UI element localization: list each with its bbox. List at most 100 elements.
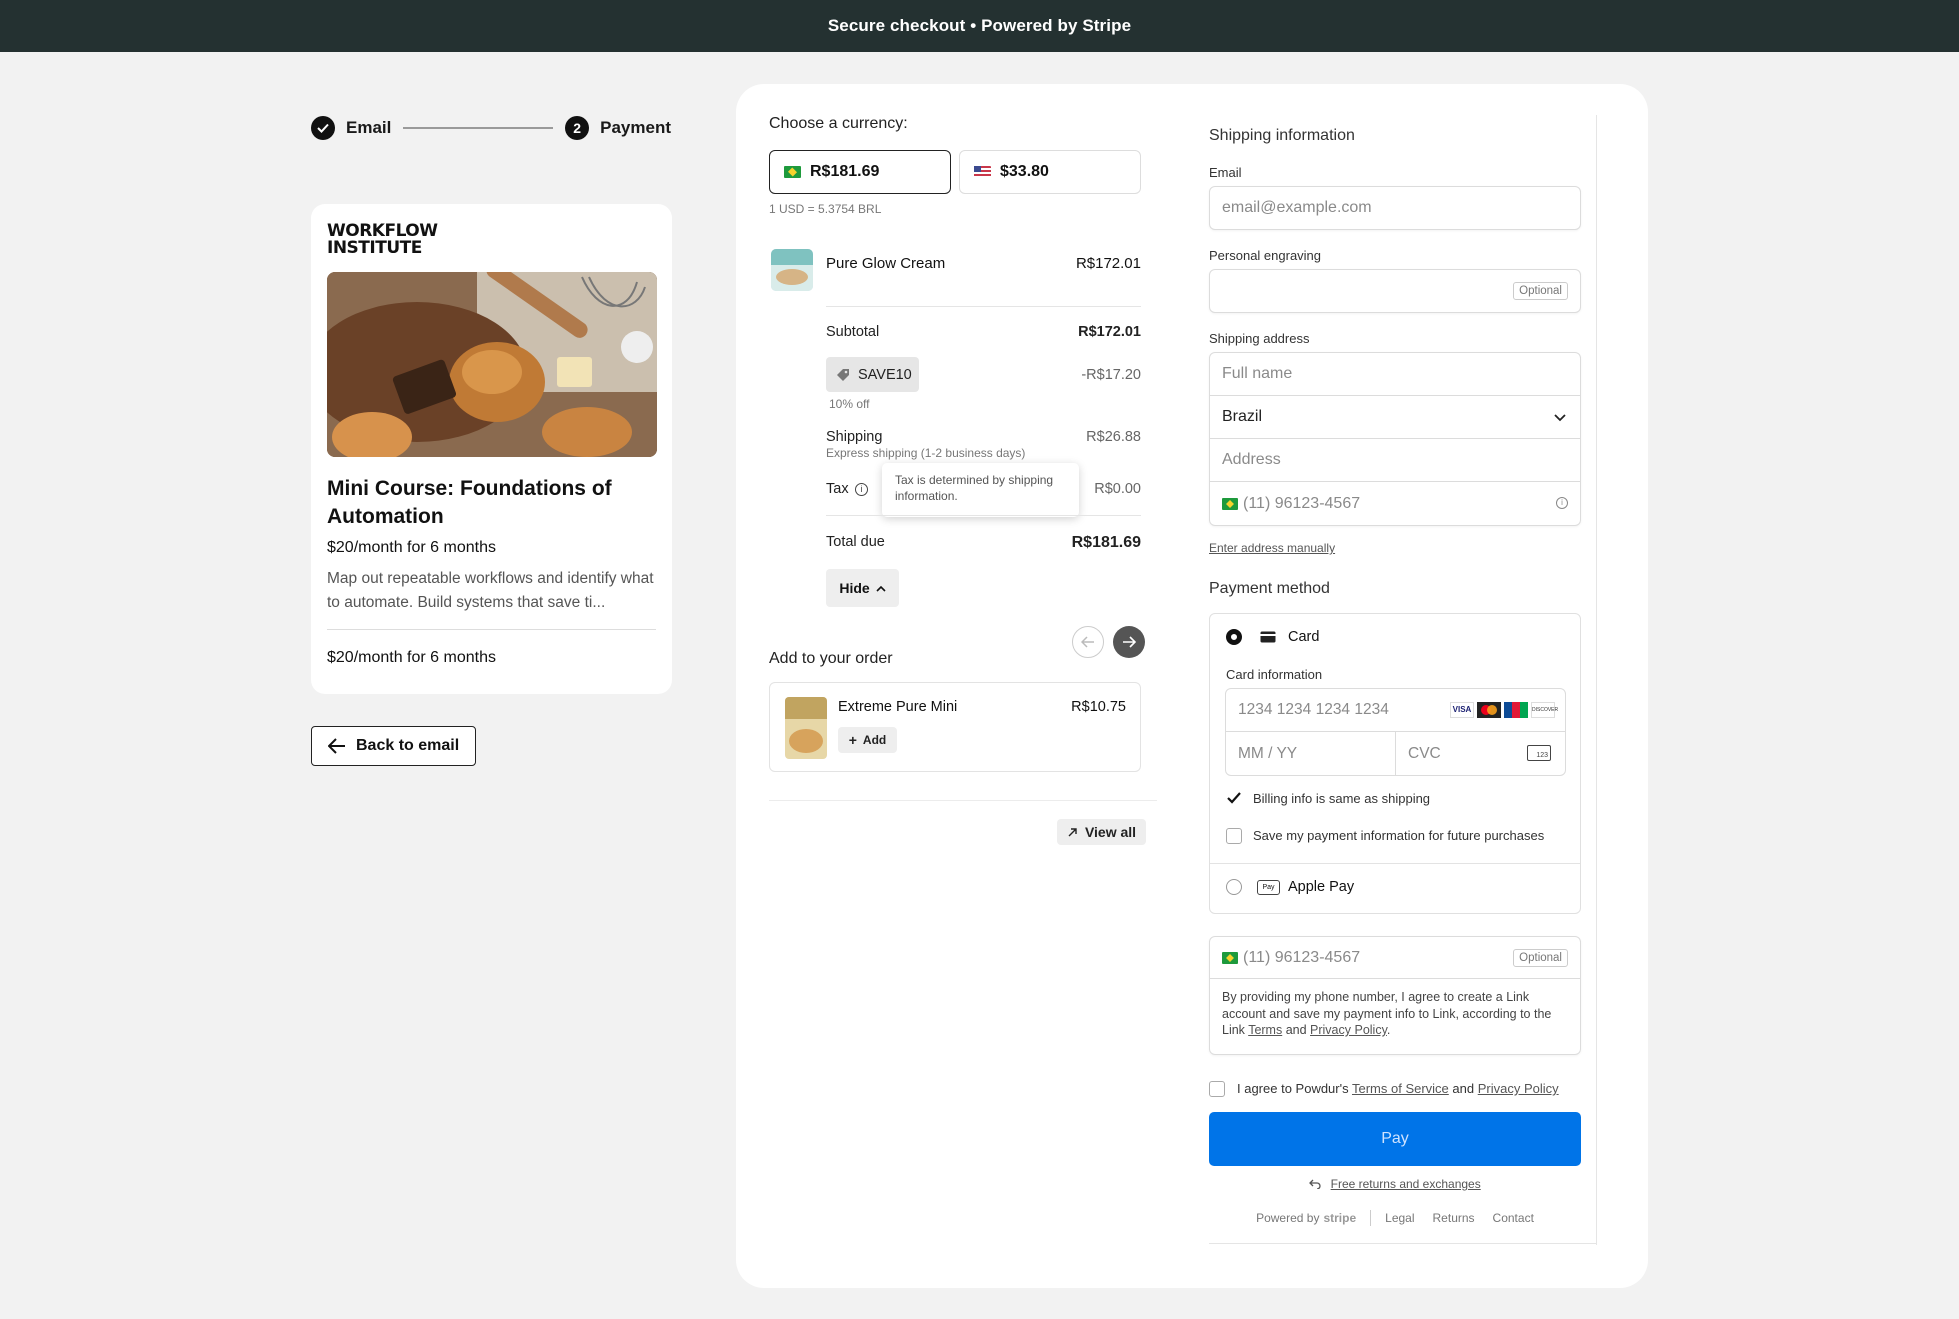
item-name: Pure Glow Cream: [826, 255, 946, 272]
header-title: Secure checkout • Powered by Stripe: [827, 16, 1132, 35]
step-connector: [403, 127, 554, 129]
pay-label: Pay: [1381, 1130, 1409, 1147]
phone-placeholder: (11) 96123-4567: [1243, 494, 1361, 512]
divider: [1210, 863, 1580, 864]
engraving-label: Personal engraving: [1209, 248, 1322, 263]
subtotal-value: R$172.01: [1078, 324, 1141, 340]
apple-pay-radio[interactable]: [1226, 879, 1242, 895]
apple-pay-label: Apple Pay: [1288, 879, 1355, 895]
stripe-logo: stripe: [1323, 1211, 1357, 1225]
discover-icon: DISCOVER: [1531, 702, 1558, 718]
expiry-input[interactable]: MM / YY: [1226, 732, 1396, 775]
card-radio[interactable]: [1226, 629, 1242, 645]
currency-brl-amount: R$181.69: [810, 163, 880, 180]
upsell-name: Extreme Pure Mini: [838, 699, 958, 715]
returns-link[interactable]: Returns: [1433, 1211, 1475, 1225]
carousel-next-button[interactable]: [1113, 626, 1145, 658]
hide-label: Hide: [839, 580, 870, 596]
currency-usd-option[interactable]: $33.80: [959, 150, 1141, 194]
billing-same-checkbox[interactable]: [1226, 790, 1242, 806]
free-returns-link[interactable]: Free returns and exchanges: [1331, 1177, 1481, 1191]
footer-links: Powered by stripe Legal Returns Contact: [1209, 1210, 1581, 1226]
info-icon[interactable]: i: [1556, 497, 1568, 509]
subtotal-label: Subtotal: [826, 324, 880, 340]
product-card: WORKFLOW INSTITUTE Mini Course: Foundati…: [311, 204, 672, 694]
divider: [1596, 575, 1597, 1245]
shipping-title: Shipping information: [1209, 127, 1355, 144]
card-fields: 1234 1234 1234 1234 VISA DISCOVER MM / Y…: [1225, 688, 1566, 776]
item-thumbnail: [771, 249, 813, 291]
link-privacy-link[interactable]: Privacy Policy: [1310, 1023, 1387, 1037]
link-phone-placeholder: (11) 96123-4567: [1243, 948, 1361, 966]
chevron-up-icon: [876, 585, 886, 592]
tax-tooltip: Tax is determined by shipping informatio…: [882, 463, 1079, 517]
enter-address-manually-link[interactable]: Enter address manually: [1209, 541, 1335, 555]
line-item: Pure Glow Cream R$172.01: [769, 249, 1141, 295]
pay-button[interactable]: Pay: [1209, 1112, 1581, 1166]
shipping-note: Express shipping (1-2 business days): [826, 446, 1026, 460]
brazil-flag-icon: [1222, 951, 1238, 964]
checkout-steps: Email 2 Payment: [311, 115, 671, 141]
link-terms-link[interactable]: Terms: [1248, 1023, 1282, 1037]
info-icon[interactable]: i: [855, 483, 868, 496]
cvc-placeholder: CVC: [1408, 744, 1441, 762]
address-placeholder: Address: [1222, 451, 1281, 468]
currency-brl-option[interactable]: R$181.69: [769, 150, 951, 194]
engraving-input[interactable]: Optional: [1209, 269, 1581, 313]
checkmark-icon: [1227, 792, 1241, 804]
agree-terms-text: I agree to Powdur's Terms of Service and…: [1237, 1081, 1559, 1096]
arrow-left-icon: [1081, 636, 1094, 648]
item-price: R$172.01: [1075, 255, 1141, 272]
arrow-left-icon: [328, 738, 345, 754]
back-button-label: Back to email: [356, 737, 460, 754]
link-consent-text: By providing my phone number, I agree to…: [1222, 990, 1552, 1037]
product-price-footer: $20/month for 6 months: [327, 649, 496, 666]
carousel-prev-button[interactable]: [1072, 626, 1104, 658]
back-to-email-button[interactable]: Back to email: [311, 726, 476, 766]
upsell-price: R$10.75: [1071, 699, 1126, 715]
tax-label: Tax: [826, 481, 849, 497]
save-info-label: Save my payment information for future p…: [1253, 828, 1545, 843]
card-number-input[interactable]: 1234 1234 1234 1234 VISA DISCOVER: [1226, 689, 1565, 732]
link-signup: (11) 96123-4567 Optional By providing my…: [1209, 936, 1581, 1055]
return-arrow-icon: [1309, 1179, 1321, 1190]
link-phone-input[interactable]: (11) 96123-4567 Optional: [1210, 937, 1580, 979]
checkout-header: Secure checkout • Powered by Stripe: [0, 0, 1959, 52]
save-info-checkbox[interactable]: [1226, 828, 1242, 844]
country-value: Brazil: [1222, 408, 1263, 425]
product-image: [327, 272, 657, 457]
fullname-input[interactable]: Full name: [1210, 353, 1580, 396]
add-to-order-heading: Add to your order: [769, 650, 893, 667]
external-arrow-icon: [1068, 827, 1077, 836]
step-email[interactable]: Email: [346, 118, 391, 138]
address-input[interactable]: Address: [1210, 439, 1580, 482]
add-upsell-button[interactable]: + Add: [838, 727, 897, 753]
total-label: Total due: [826, 534, 885, 550]
hide-summary-button[interactable]: Hide: [826, 569, 899, 607]
shipping-label: Shipping: [826, 429, 883, 445]
phone-input[interactable]: (11) 96123-4567 i: [1210, 482, 1580, 525]
country-select[interactable]: Brazil: [1210, 396, 1580, 439]
optional-badge: Optional: [1513, 282, 1568, 300]
agree-terms-checkbox[interactable]: [1209, 1081, 1225, 1097]
shipping-value: R$26.88: [1086, 429, 1141, 445]
divider: [826, 306, 1141, 307]
legal-link[interactable]: Legal: [1385, 1211, 1414, 1225]
jcb-icon: [1504, 702, 1528, 718]
mastercard-icon: [1477, 702, 1501, 718]
contact-link[interactable]: Contact: [1493, 1211, 1534, 1225]
divider: [1209, 1243, 1597, 1244]
check-icon: [311, 116, 335, 140]
cvc-input[interactable]: CVC 123: [1396, 732, 1565, 775]
divider: [826, 515, 1141, 516]
upsell-thumbnail: [785, 697, 827, 759]
privacy-policy-link[interactable]: Privacy Policy: [1478, 1081, 1559, 1096]
email-input[interactable]: email@example.com: [1209, 186, 1581, 230]
step-number: 2: [565, 116, 590, 140]
promo-note: 10% off: [829, 397, 870, 411]
add-label: Add: [862, 733, 887, 747]
arrow-right-icon: [1123, 636, 1136, 648]
view-all-button[interactable]: View all: [1057, 819, 1146, 845]
terms-of-service-link[interactable]: Terms of Service: [1352, 1081, 1449, 1096]
fullname-placeholder: Full name: [1222, 365, 1293, 382]
